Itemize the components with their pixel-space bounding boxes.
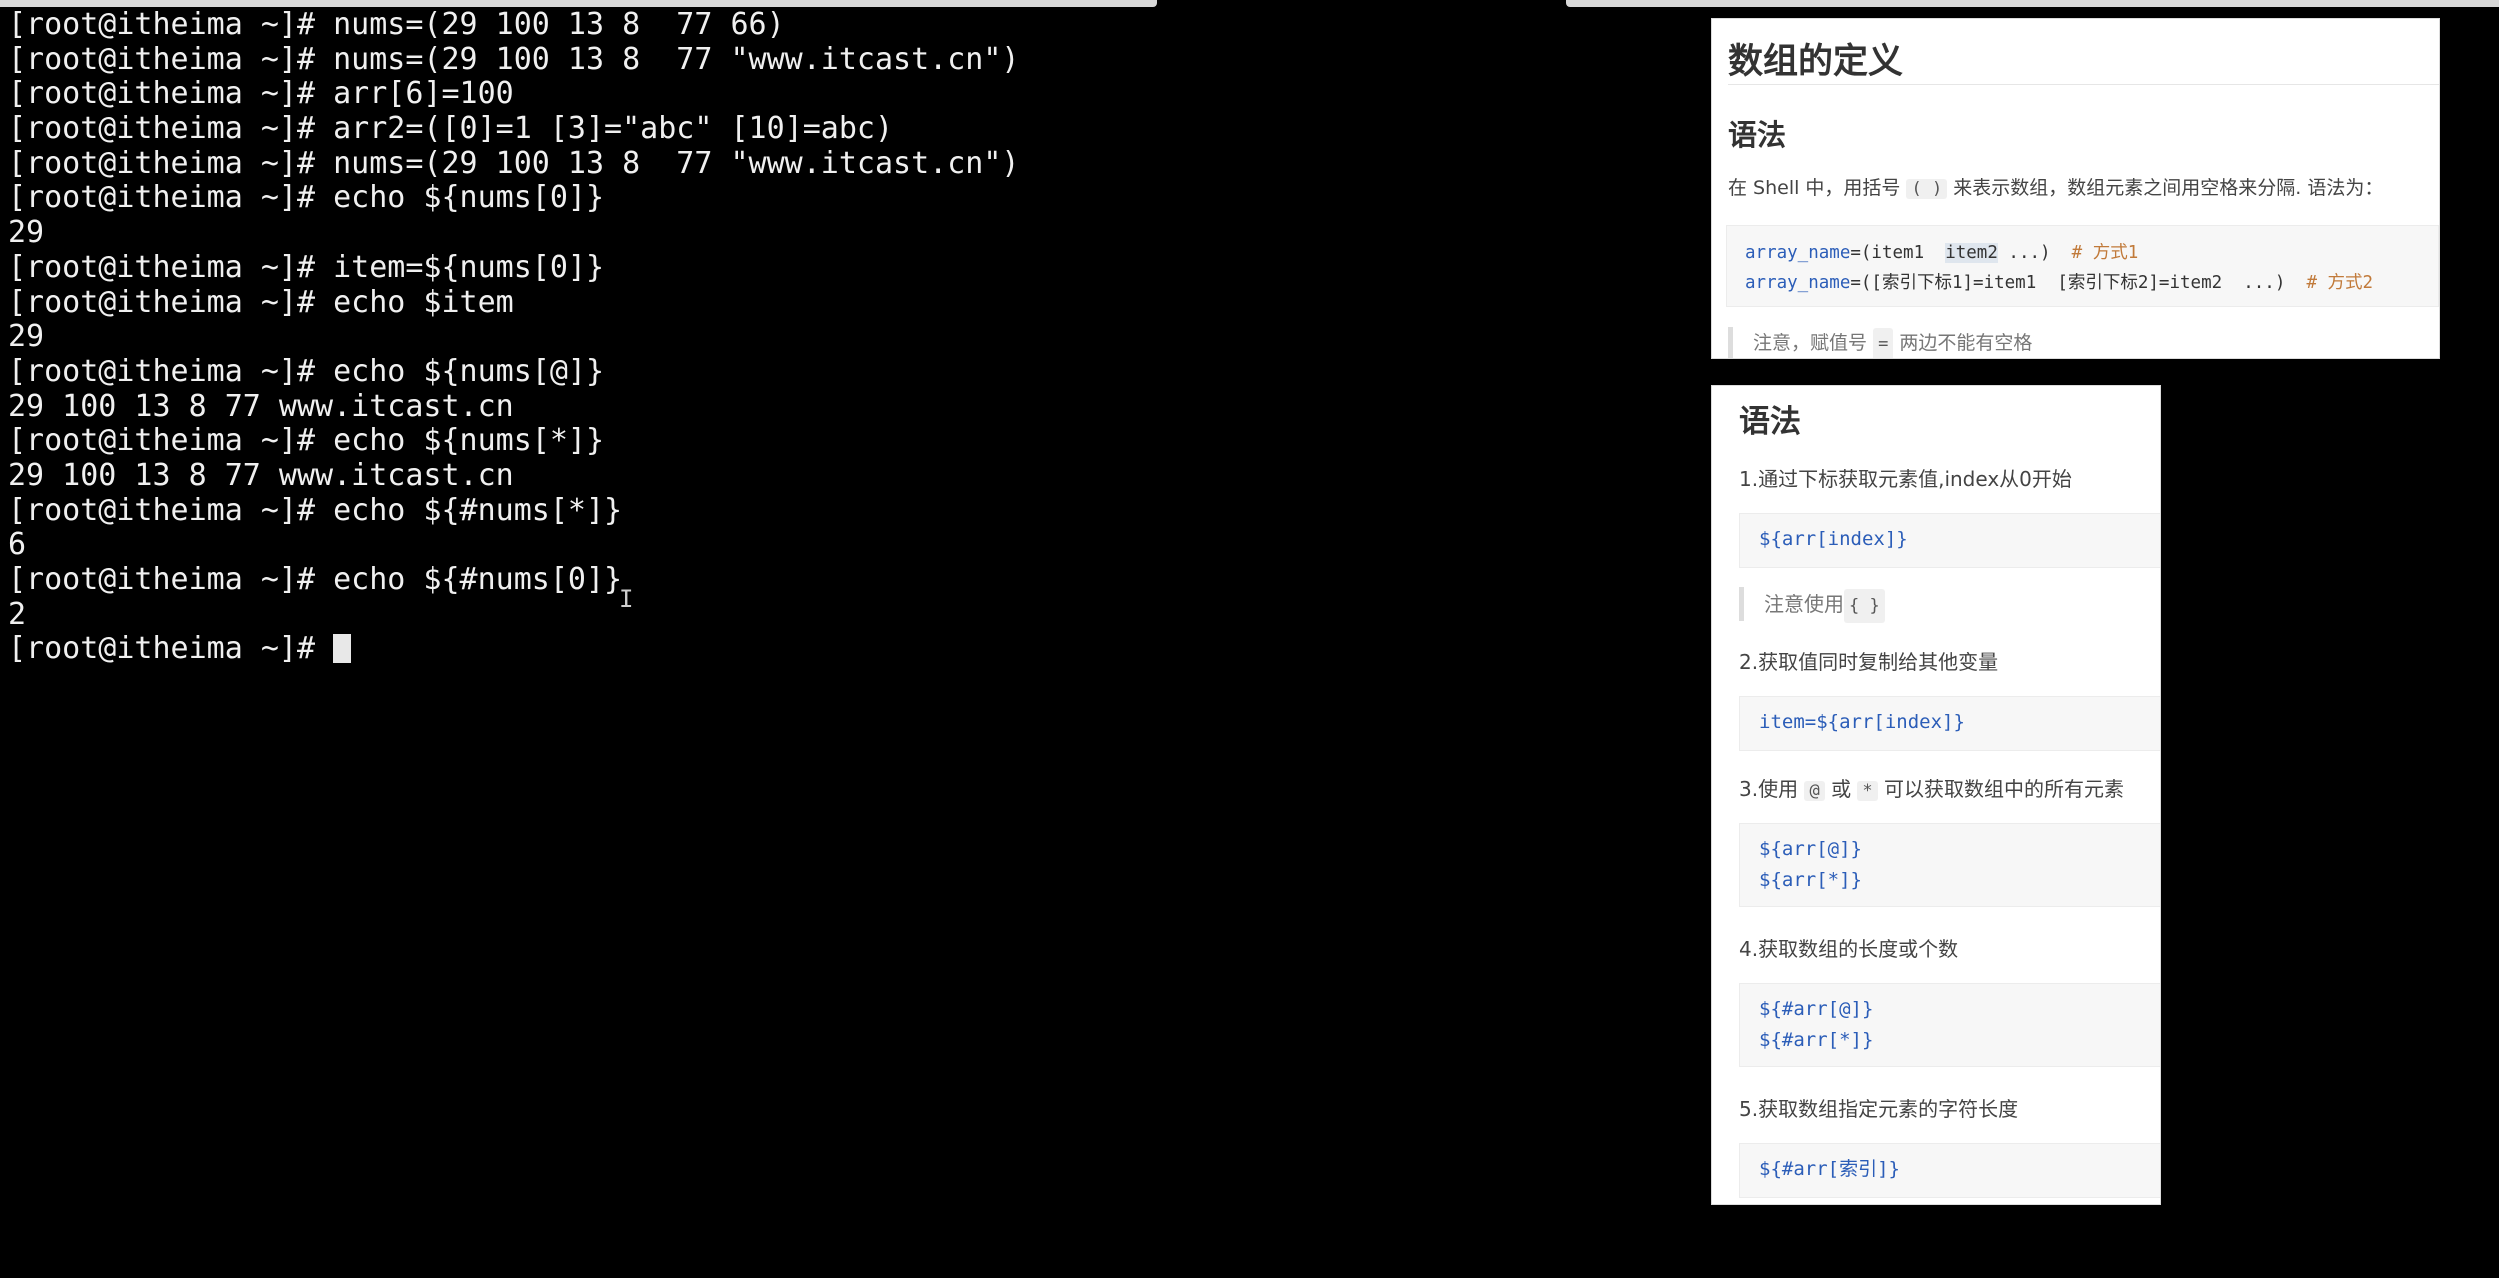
- terminal-line: 29 100 13 8 77 www.itcast.cn: [8, 457, 514, 493]
- terminal-line: [root@itheima ~]# arr[6]=100: [8, 76, 514, 112]
- array-access-panel: 语法 1.通过下标获取元素值,index从0开始 ${arr[index]} 注…: [1711, 385, 2161, 1205]
- step-1: 1.通过下标获取元素值,index从0开始: [1739, 467, 2072, 491]
- code-block-definition: array_name=(item1 item2 ...) # 方式1 array…: [1726, 225, 2439, 307]
- terminal-line: [root@itheima ~]# echo ${#nums[*]}: [8, 492, 623, 528]
- step-4: 4.获取数组的长度或个数: [1739, 937, 1959, 961]
- terminal-line: [root@itheima ~]# echo ${nums[*]}: [8, 423, 605, 459]
- code-block-5: ${#arr[索引]}: [1739, 1143, 2160, 1198]
- terminal-line: 29: [8, 215, 45, 251]
- window-titlebar-left: [0, 0, 1157, 7]
- terminal-cursor: [333, 634, 352, 664]
- terminal-line: [root@itheima ~]# item=${nums[0]}: [8, 249, 605, 285]
- terminal-line: 29: [8, 319, 45, 355]
- terminal-line: [root@itheima ~]# arr2=([0]=1 [3]="abc" …: [8, 111, 894, 147]
- terminal-line: [root@itheima ~]# nums=(29 100 13 8 77 "…: [8, 145, 1020, 181]
- terminal-line: [root@itheima ~]# nums=(29 100 13 8 77 "…: [8, 41, 1020, 77]
- step-2: 2.获取值同时复制给其他变量: [1739, 650, 1999, 674]
- terminal-current-line[interactable]: [root@itheima ~]#: [8, 632, 1698, 667]
- terminal-line: [root@itheima ~]# echo ${#nums[0]}: [8, 562, 623, 597]
- terminal-prompt: [root@itheima ~]#: [8, 631, 334, 667]
- terminal-line: [root@itheima ~]# echo ${nums[@]}: [8, 353, 605, 389]
- code-block-2: item=${arr[index]}: [1739, 696, 2160, 751]
- section-heading: 语法: [1728, 118, 1787, 152]
- panel-title: 语法: [1739, 404, 1801, 440]
- array-definition-panel: 数组的定义 语法 在 Shell 中，用括号 ( ) 来表示数组，数组元素之间用…: [1711, 18, 2440, 359]
- terminal-line: [root@itheima ~]# echo $item: [8, 284, 514, 320]
- code-block-3: ${arr[@]} ${arr[*]}: [1739, 823, 2160, 907]
- terminal-window[interactable]: [root@itheima ~]# nums=(29 100 13 8 77 6…: [8, 7, 1698, 1268]
- divider: [1728, 84, 2439, 85]
- terminal-line: 6: [8, 527, 27, 563]
- note-blockquote: 注意使用{ }: [1739, 587, 1885, 623]
- terminal-line: 29 100 13 8 77 www.itcast.cn: [8, 388, 514, 424]
- code-block-1: ${arr[index]}: [1739, 513, 2160, 568]
- panel-title: 数组的定义: [1728, 42, 1904, 82]
- step-3: 3.使用 @ 或 * 可以获取数组中的所有元素: [1739, 777, 2125, 801]
- terminal-line: [root@itheima ~]# nums=(29 100 13 8 77 6…: [8, 7, 785, 42]
- window-titlebar-right: [1566, 0, 2499, 7]
- note-blockquote: 注意，赋值号 = 两边不能有空格: [1728, 327, 2032, 358]
- terminal-line: 2: [8, 596, 27, 632]
- inline-code: ( ): [1906, 179, 1948, 199]
- code-block-4: ${#arr[@]} ${#arr[*]}: [1739, 983, 2160, 1067]
- mouse-ibeam-cursor-icon: I: [619, 585, 634, 613]
- terminal-line: [root@itheima ~]# echo ${nums[0]}: [8, 180, 605, 216]
- terminal-output: [root@itheima ~]# nums=(29 100 13 8 77 6…: [8, 7, 1698, 632]
- syntax-description: 在 Shell 中，用括号 ( ) 来表示数组，数组元素之间用空格来分隔. 语法…: [1728, 177, 2384, 199]
- step-5: 5.获取数组指定元素的字符长度: [1739, 1097, 2019, 1121]
